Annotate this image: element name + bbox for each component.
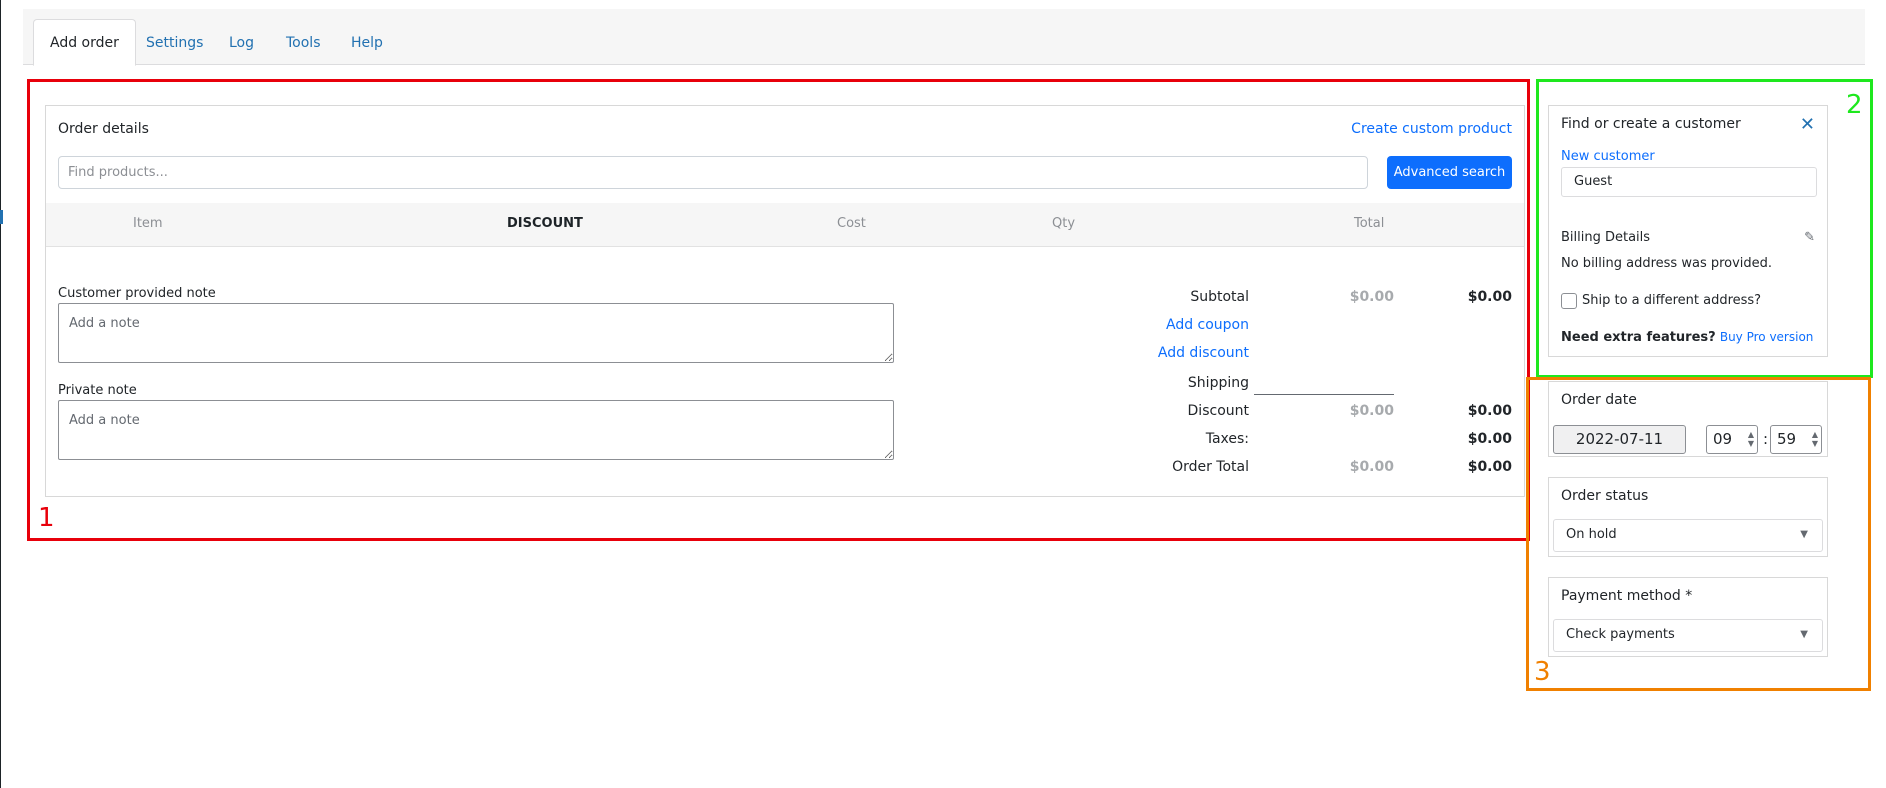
annotation-label-3: 3 xyxy=(1534,657,1551,687)
subtotal-cost: $0.00 xyxy=(1349,289,1394,305)
discount-total: $0.00 xyxy=(1467,403,1512,419)
order-hour-value: 09 xyxy=(1713,430,1733,448)
order-hour-input[interactable]: 09 ▲ ▼ xyxy=(1706,425,1758,454)
order-details-panel: Order details Create custom product Adva… xyxy=(45,105,1525,497)
payment-method-box: Payment method * Check payments ▼ xyxy=(1548,577,1828,657)
order-status-label: Order status xyxy=(1561,488,1649,504)
column-qty: Qty xyxy=(1052,216,1076,231)
customer-panel-title: Find or create a customer xyxy=(1561,116,1741,132)
billing-details-title: Billing Details xyxy=(1561,230,1651,245)
new-customer-link[interactable]: New customer xyxy=(1561,149,1655,164)
subtotal-total: $0.00 xyxy=(1467,289,1512,305)
subtotal-label: Subtotal xyxy=(1190,289,1249,305)
annotation-label-2: 2 xyxy=(1846,90,1863,120)
time-separator: : xyxy=(1763,430,1769,448)
tab-tools[interactable]: Tools xyxy=(286,20,321,66)
order-details-title: Order details xyxy=(58,121,149,137)
buy-pro-link[interactable]: Buy Pro version xyxy=(1720,330,1814,344)
order-status-select[interactable]: On hold ▼ xyxy=(1553,519,1823,552)
order-total-total: $0.00 xyxy=(1467,459,1512,475)
discount-label: Discount xyxy=(1187,403,1249,419)
order-total-cost: $0.00 xyxy=(1349,459,1394,475)
customer-select[interactable]: Guest xyxy=(1561,167,1817,197)
tab-log[interactable]: Log xyxy=(229,20,254,66)
tab-add-order[interactable]: Add order xyxy=(33,19,136,66)
column-discount: DISCOUNT xyxy=(507,216,583,231)
extra-features-line: Need extra features? Buy Pro version xyxy=(1561,330,1813,345)
order-date-label: Order date xyxy=(1561,392,1637,408)
order-date-input[interactable]: 2022-07-11 xyxy=(1553,425,1686,454)
order-status-value: On hold xyxy=(1566,527,1617,542)
shipping-label: Shipping xyxy=(1187,375,1249,391)
hour-stepper-icon[interactable]: ▲ ▼ xyxy=(1748,430,1754,448)
taxes-total: $0.00 xyxy=(1467,431,1512,447)
private-note-label: Private note xyxy=(58,383,137,398)
add-discount-link[interactable]: Add discount xyxy=(1158,345,1249,361)
add-coupon-link[interactable]: Add coupon xyxy=(1166,317,1249,333)
private-note-textarea[interactable] xyxy=(58,400,894,460)
column-total: Total xyxy=(1354,216,1385,231)
order-status-box: Order status On hold ▼ xyxy=(1548,477,1828,557)
annotation-label-1: 1 xyxy=(38,503,55,533)
minute-stepper-icon[interactable]: ▲ ▼ xyxy=(1812,430,1818,448)
column-cost: Cost xyxy=(837,216,866,231)
customer-note-textarea[interactable] xyxy=(58,303,894,363)
order-minute-value: 59 xyxy=(1777,430,1797,448)
no-billing-text: No billing address was provided. xyxy=(1561,256,1773,271)
tab-help[interactable]: Help xyxy=(351,20,383,66)
order-total-label: Order Total xyxy=(1172,459,1249,475)
shipping-underline xyxy=(1254,394,1394,395)
chevron-down-icon: ▼ xyxy=(1800,629,1808,640)
column-item: Item xyxy=(133,216,163,231)
discount-cost: $0.00 xyxy=(1349,403,1394,419)
tab-settings[interactable]: Settings xyxy=(146,20,203,66)
payment-method-label: Payment method * xyxy=(1561,588,1693,604)
chevron-down-icon: ▼ xyxy=(1800,529,1808,540)
ship-different-checkbox[interactable] xyxy=(1561,293,1577,309)
customer-note-label: Customer provided note xyxy=(58,286,216,301)
tab-bar: Add order Settings Log Tools Help xyxy=(23,9,1865,66)
customer-panel: Find or create a customer ✕ New customer… xyxy=(1548,105,1828,357)
left-edge-marker xyxy=(0,210,3,224)
payment-method-select[interactable]: Check payments ▼ xyxy=(1553,619,1823,652)
create-custom-product-link[interactable]: Create custom product xyxy=(1351,121,1512,137)
ship-different-label: Ship to a different address? xyxy=(1582,293,1762,308)
extra-features-text: Need extra features? xyxy=(1561,330,1716,345)
payment-method-value: Check payments xyxy=(1566,627,1675,642)
order-date-box: Order date 2022-07-11 09 ▲ ▼ : 59 ▲ ▼ xyxy=(1548,381,1828,457)
find-products-input[interactable] xyxy=(58,156,1368,189)
pencil-icon[interactable]: ✎ xyxy=(1804,230,1815,245)
items-table-header: Item DISCOUNT Cost Qty Total xyxy=(46,203,1524,247)
close-icon[interactable]: ✕ xyxy=(1800,114,1815,135)
order-minute-input[interactable]: 59 ▲ ▼ xyxy=(1770,425,1822,454)
taxes-label: Taxes: xyxy=(1205,431,1249,447)
left-edge-border xyxy=(0,0,1,788)
advanced-search-button[interactable]: Advanced search xyxy=(1387,156,1512,189)
